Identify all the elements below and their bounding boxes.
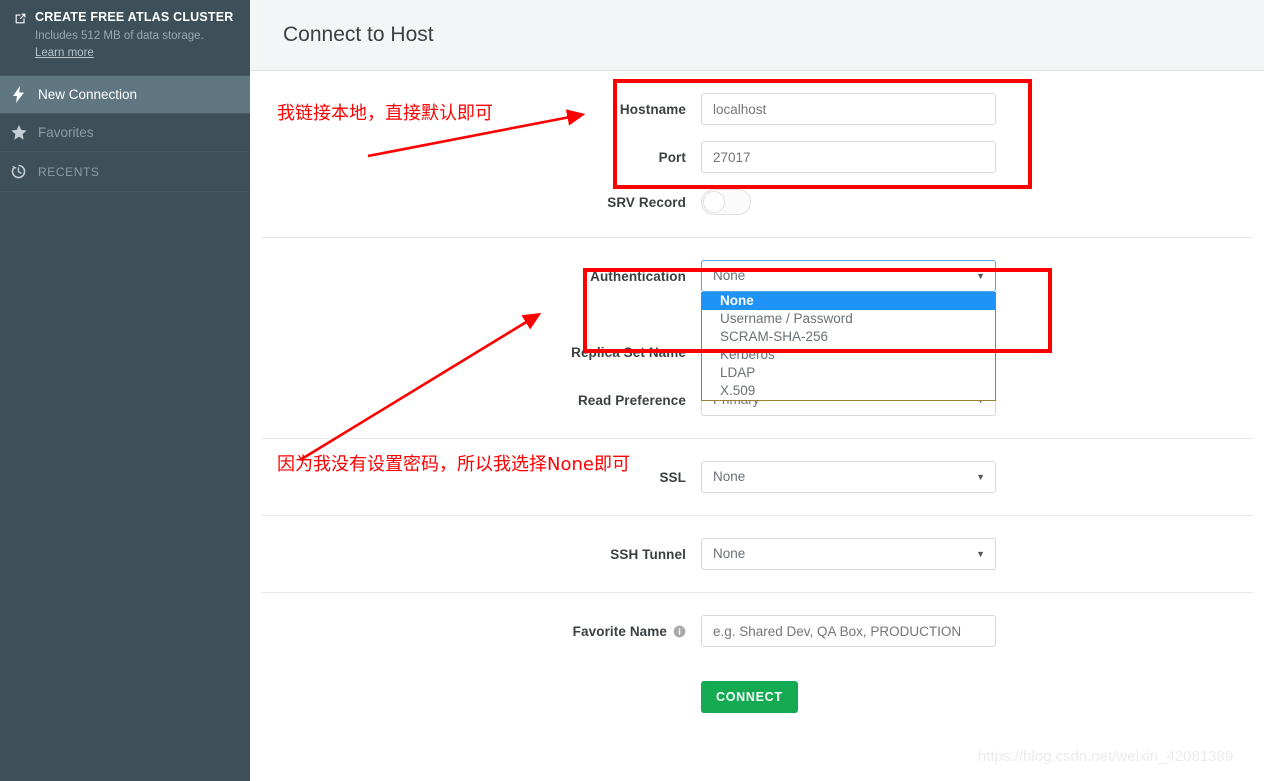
- hostname-field-wrap: [701, 93, 996, 125]
- chevron-down-icon: ▼: [976, 472, 985, 482]
- favorite-name-label-text: Favorite Name: [572, 623, 667, 639]
- learn-more-link[interactable]: Learn more: [35, 47, 94, 59]
- sidebar-item-recents-label: RECENTS: [38, 164, 100, 179]
- authentication-option-username-password[interactable]: Username / Password: [702, 310, 995, 328]
- authentication-section: Authentication None ▼ None Username / Pa…: [261, 238, 1253, 439]
- sidebar-item-recents[interactable]: RECENTS: [0, 152, 250, 192]
- hostname-label: Hostname: [619, 101, 686, 117]
- read-preference-label: Read Preference: [577, 392, 686, 408]
- ssh-tunnel-section: SSH Tunnel None ▼: [261, 516, 1253, 593]
- favorite-name-label: Favorite Name: [261, 624, 701, 639]
- sidebar-item-favorites-label: Favorites: [38, 125, 94, 140]
- port-input[interactable]: [701, 141, 996, 173]
- srv-record-label: SRV Record: [607, 194, 686, 210]
- chevron-down-icon: ▼: [976, 549, 985, 559]
- favorite-name-row: Favorite Name: [261, 615, 1253, 647]
- connection-form: Hostname Port SRV Record: [250, 71, 1264, 735]
- sidebar-item-new-connection[interactable]: New Connection: [0, 76, 250, 114]
- replica-set-name-label: Replica Set Name: [571, 344, 686, 360]
- main-content: Connect to Host Hostname Port: [250, 0, 1264, 781]
- page-header: Connect to Host: [250, 0, 1264, 71]
- port-field-wrap: [701, 141, 996, 173]
- ssh-tunnel-field-wrap: None ▼: [701, 538, 996, 570]
- ssl-select[interactable]: None ▼: [701, 461, 996, 493]
- atlas-promo-title: CREATE FREE ATLAS CLUSTER: [35, 10, 234, 24]
- lightning-bolt-icon: [10, 86, 27, 103]
- authentication-select-value: None: [713, 268, 746, 283]
- favorite-name-field-wrap: [701, 615, 996, 647]
- srv-record-toggle-knob: [703, 191, 725, 213]
- chevron-down-icon: ▼: [976, 271, 985, 281]
- connect-to-host-screen: CREATE FREE ATLAS CLUSTER Includes 512 M…: [0, 0, 1264, 781]
- authentication-option-none[interactable]: None: [702, 292, 995, 310]
- favorite-name-input[interactable]: [701, 615, 996, 647]
- history-clock-icon: [10, 164, 27, 179]
- authentication-field-wrap: None ▼ None Username / Password SCRAM-SH…: [701, 260, 996, 401]
- ssl-section: SSL None ▼: [261, 439, 1253, 516]
- ssl-row: SSL None ▼: [261, 461, 1253, 493]
- srv-record-toggle[interactable]: [701, 189, 751, 215]
- authentication-dropdown-list[interactable]: None Username / Password SCRAM-SHA-256 K…: [701, 292, 996, 401]
- authentication-row: Authentication None ▼ None Username / Pa…: [261, 260, 1253, 401]
- ssl-field-wrap: None ▼: [701, 461, 996, 493]
- authentication-select[interactable]: None ▼: [701, 260, 996, 292]
- authentication-option-x509[interactable]: X.509: [702, 382, 995, 400]
- watermark: https://blog.csdn.net/weixin_42081389: [978, 748, 1234, 765]
- sidebar: CREATE FREE ATLAS CLUSTER Includes 512 M…: [0, 0, 250, 781]
- sidebar-item-new-connection-label: New Connection: [38, 87, 138, 102]
- atlas-promo-title-row: CREATE FREE ATLAS CLUSTER: [14, 10, 236, 25]
- authentication-label: Authentication: [590, 268, 686, 284]
- port-row: Port: [261, 141, 1253, 173]
- favorite-section: Favorite Name e.g. Shared Dev, QA Box, P…: [261, 593, 1253, 735]
- srv-record-row: SRV Record: [261, 189, 1253, 215]
- page-title: Connect to Host: [283, 23, 434, 46]
- connect-button-row: CONNECT: [261, 663, 1253, 713]
- srv-record-field-wrap: [701, 189, 996, 215]
- ssl-label: SSL: [659, 469, 686, 485]
- external-link-icon: [14, 12, 27, 25]
- connect-button[interactable]: CONNECT: [701, 681, 798, 713]
- atlas-promo-banner[interactable]: CREATE FREE ATLAS CLUSTER Includes 512 M…: [0, 0, 250, 76]
- ssh-tunnel-row: SSH Tunnel None ▼: [261, 538, 1253, 570]
- port-label: Port: [658, 149, 686, 165]
- sidebar-item-favorites[interactable]: Favorites: [0, 114, 250, 152]
- ssh-tunnel-select-value: None: [713, 546, 746, 561]
- authentication-option-scram-sha-256[interactable]: SCRAM-SHA-256: [702, 328, 995, 346]
- host-section: Hostname Port SRV Record: [261, 71, 1253, 238]
- ssh-tunnel-label: SSH Tunnel: [610, 546, 686, 562]
- hostname-row: Hostname: [261, 93, 1253, 125]
- ssl-select-value: None: [713, 469, 746, 484]
- star-icon: [10, 125, 27, 140]
- authentication-option-kerberos[interactable]: Kerberos: [702, 346, 995, 364]
- ssh-tunnel-select[interactable]: None ▼: [701, 538, 996, 570]
- atlas-promo-subtitle: Includes 512 MB of data storage.: [35, 30, 204, 42]
- hostname-input[interactable]: [701, 93, 996, 125]
- authentication-option-ldap[interactable]: LDAP: [702, 364, 995, 382]
- info-circle-icon[interactable]: [673, 625, 686, 638]
